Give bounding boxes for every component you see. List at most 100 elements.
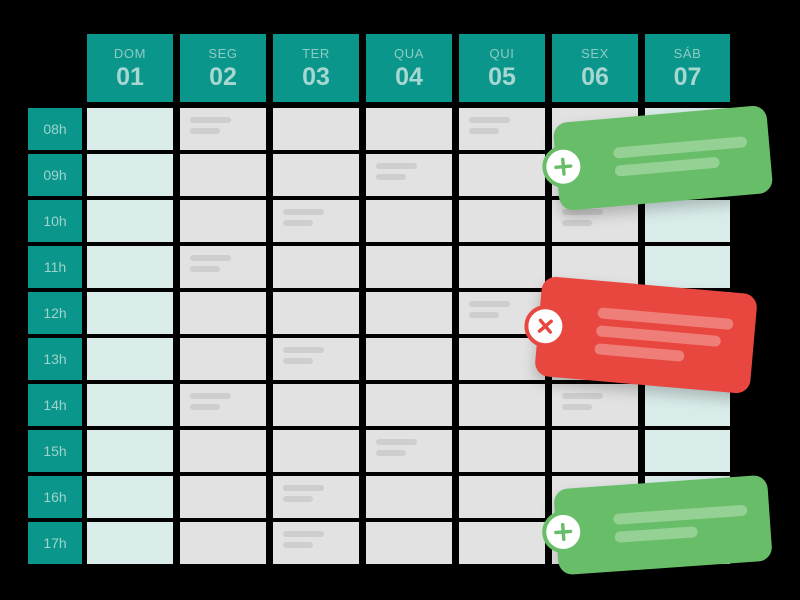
placeholder-bar: [283, 485, 324, 491]
slot-qua-09h[interactable]: [366, 154, 452, 196]
slot-seg-11h[interactable]: [180, 246, 266, 288]
event-card-add-bottom[interactable]: [540, 474, 773, 576]
day-header-num: 05: [488, 62, 516, 91]
slot-dom-08h[interactable]: [87, 108, 173, 150]
slot-dom-15h[interactable]: [87, 430, 173, 472]
day-header-dom[interactable]: DOM 01: [87, 34, 173, 102]
slot-qui-09h[interactable]: [459, 154, 545, 196]
event-card-cancel[interactable]: [522, 275, 758, 395]
slot-sab-11h[interactable]: [645, 246, 730, 288]
time-label-13h: 13h: [28, 338, 82, 380]
day-header-dow: SEX: [581, 45, 609, 61]
time-label-11h: 11h: [28, 246, 82, 288]
slot-ter-16h[interactable]: [273, 476, 359, 518]
slot-seg-13h[interactable]: [180, 338, 266, 380]
day-header-ter[interactable]: TER 03: [273, 34, 359, 102]
slot-qua-13h[interactable]: [366, 338, 452, 380]
slot-qua-15h[interactable]: [366, 430, 452, 472]
schedule-row-15h: 15h: [28, 430, 730, 476]
placeholder-bar: [469, 312, 500, 318]
placeholder-bar: [562, 404, 593, 410]
slot-sex-14h[interactable]: [552, 384, 638, 426]
slot-dom-13h[interactable]: [87, 338, 173, 380]
placeholder-bar: [376, 163, 417, 169]
day-header-seg[interactable]: SEG 02: [180, 34, 266, 102]
slot-dom-12h[interactable]: [87, 292, 173, 334]
slot-ter-14h[interactable]: [273, 384, 359, 426]
slot-qua-16h[interactable]: [366, 476, 452, 518]
slot-ter-08h[interactable]: [273, 108, 359, 150]
day-header-num: 03: [302, 62, 330, 91]
time-label-12h: 12h: [28, 292, 82, 334]
placeholder-bar: [613, 504, 748, 525]
slot-seg-14h[interactable]: [180, 384, 266, 426]
slot-qui-15h[interactable]: [459, 430, 545, 472]
slot-qui-08h[interactable]: [459, 108, 545, 150]
placeholder-bar: [283, 358, 314, 364]
slot-dom-17h[interactable]: [87, 522, 173, 564]
slot-qua-14h[interactable]: [366, 384, 452, 426]
slot-qua-11h[interactable]: [366, 246, 452, 288]
day-header-qua[interactable]: QUA 04: [366, 34, 452, 102]
event-card-add-top[interactable]: [540, 104, 774, 212]
placeholder-bar: [283, 209, 324, 215]
placeholder-bar: [469, 301, 510, 307]
day-header-dow: TER: [302, 45, 330, 61]
slot-seg-15h[interactable]: [180, 430, 266, 472]
day-header-num: 04: [395, 62, 423, 91]
schedule-row-14h: 14h: [28, 384, 730, 430]
slot-qui-17h[interactable]: [459, 522, 545, 564]
slot-dom-14h[interactable]: [87, 384, 173, 426]
schedule-row-10h: 10h: [28, 200, 730, 246]
slot-qua-17h[interactable]: [366, 522, 452, 564]
event-card-text-bars: [612, 129, 749, 184]
slot-dom-11h[interactable]: [87, 246, 173, 288]
placeholder-bar: [469, 117, 510, 123]
slot-ter-12h[interactable]: [273, 292, 359, 334]
slot-seg-09h[interactable]: [180, 154, 266, 196]
slot-qui-10h[interactable]: [459, 200, 545, 242]
slot-ter-10h[interactable]: [273, 200, 359, 242]
slot-dom-10h[interactable]: [87, 200, 173, 242]
slot-qua-08h[interactable]: [366, 108, 452, 150]
slot-qua-12h[interactable]: [366, 292, 452, 334]
day-header-sex[interactable]: SEX 06: [552, 34, 638, 102]
slot-qui-14h[interactable]: [459, 384, 545, 426]
slot-ter-13h[interactable]: [273, 338, 359, 380]
day-header-dow: SÁB: [673, 45, 702, 61]
slot-qui-16h[interactable]: [459, 476, 545, 518]
day-header-num: 06: [581, 62, 609, 91]
placeholder-bar: [190, 117, 231, 123]
day-header-row: DOM 01 SEG 02 TER 03 QUA 04 QUI 05 SEX 0…: [28, 34, 730, 102]
slot-seg-12h[interactable]: [180, 292, 266, 334]
day-header-qui[interactable]: QUI 05: [459, 34, 545, 102]
slot-ter-15h[interactable]: [273, 430, 359, 472]
day-header-num: 02: [209, 62, 237, 91]
slot-sab-15h[interactable]: [645, 430, 730, 472]
slot-qui-11h[interactable]: [459, 246, 545, 288]
placeholder-bar: [595, 325, 722, 348]
placeholder-bar: [190, 128, 221, 134]
day-header-num: 07: [673, 62, 702, 91]
slot-ter-17h[interactable]: [273, 522, 359, 564]
placeholder-bar: [376, 439, 417, 445]
time-label-16h: 16h: [28, 476, 82, 518]
slot-dom-16h[interactable]: [87, 476, 173, 518]
slot-dom-09h[interactable]: [87, 154, 173, 196]
slot-seg-10h[interactable]: [180, 200, 266, 242]
slot-sab-10h[interactable]: [645, 200, 730, 242]
slot-seg-16h[interactable]: [180, 476, 266, 518]
placeholder-bar: [376, 174, 407, 180]
slot-ter-11h[interactable]: [273, 246, 359, 288]
day-header-sab[interactable]: SÁB 07: [645, 34, 730, 102]
slot-seg-08h[interactable]: [180, 108, 266, 150]
event-card-text-bars: [613, 498, 750, 550]
placeholder-bar: [594, 343, 685, 362]
placeholder-bar: [562, 393, 603, 399]
slot-sex-15h[interactable]: [552, 430, 638, 472]
placeholder-bar: [562, 209, 603, 215]
slot-ter-09h[interactable]: [273, 154, 359, 196]
slot-seg-17h[interactable]: [180, 522, 266, 564]
slot-qui-13h[interactable]: [459, 338, 545, 380]
slot-qua-10h[interactable]: [366, 200, 452, 242]
